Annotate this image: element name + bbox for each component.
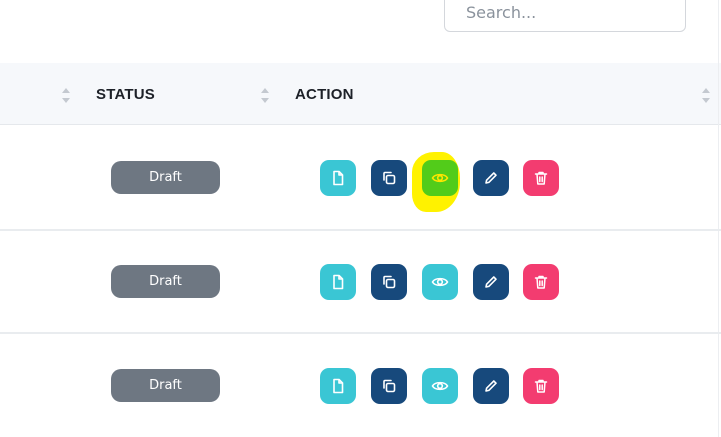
- eye-icon: [431, 173, 449, 183]
- column-header-status[interactable]: STATUS: [96, 86, 155, 103]
- trash-icon: [534, 275, 548, 289]
- copy-button[interactable]: [371, 160, 407, 196]
- column-header-action[interactable]: ACTION: [295, 86, 354, 103]
- copy-icon: [383, 171, 396, 185]
- copy-icon: [383, 275, 396, 289]
- document-icon: [333, 170, 344, 186]
- delete-button[interactable]: [523, 368, 559, 404]
- document-icon: [333, 274, 344, 290]
- trash-icon: [534, 379, 548, 393]
- document-icon: [333, 378, 344, 394]
- delete-button[interactable]: [523, 264, 559, 300]
- status-badge: Draft: [111, 161, 220, 194]
- document-button[interactable]: [320, 160, 356, 196]
- table-border: [718, 0, 719, 437]
- sort-icon[interactable]: [701, 86, 711, 106]
- copy-button[interactable]: [371, 368, 407, 404]
- edit-button[interactable]: [473, 368, 509, 404]
- delete-button[interactable]: [523, 160, 559, 196]
- eye-icon: [431, 381, 449, 391]
- edit-button[interactable]: [473, 160, 509, 196]
- pencil-icon: [485, 172, 497, 184]
- pencil-icon: [485, 380, 497, 392]
- eye-icon: [431, 277, 449, 287]
- sort-icon[interactable]: [61, 86, 71, 106]
- view-button[interactable]: [422, 264, 458, 300]
- copy-button[interactable]: [371, 264, 407, 300]
- row-divider: [0, 229, 721, 231]
- view-button[interactable]: [422, 160, 458, 196]
- document-button[interactable]: [320, 368, 356, 404]
- search-placeholder: Search...: [466, 2, 537, 22]
- status-badge: Draft: [111, 369, 220, 402]
- edit-button[interactable]: [473, 264, 509, 300]
- copy-icon: [383, 379, 396, 393]
- search-input[interactable]: Search...: [444, 0, 686, 32]
- document-button[interactable]: [320, 264, 356, 300]
- pencil-icon: [485, 276, 497, 288]
- view-button[interactable]: [422, 368, 458, 404]
- sort-icon[interactable]: [260, 86, 270, 106]
- table-header: STATUS ACTION: [0, 63, 721, 125]
- trash-icon: [534, 171, 548, 185]
- row-divider: [0, 332, 721, 334]
- status-badge: Draft: [111, 265, 220, 298]
